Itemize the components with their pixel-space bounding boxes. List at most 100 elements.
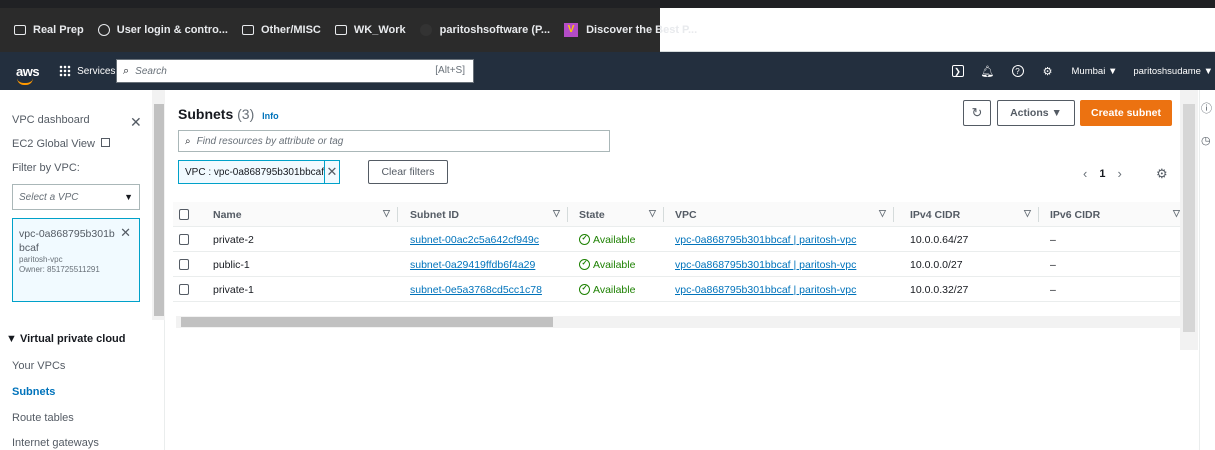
col-vpc[interactable]: VPC (675, 202, 697, 227)
prev-page-icon[interactable]: ‹ (1083, 166, 1087, 181)
caret-down-icon: ▼ (124, 192, 133, 202)
subnet-count: (3) (237, 106, 255, 122)
cell-vpc[interactable]: vpc-0a868795b301bbcaf | paritosh-vpc (675, 252, 856, 277)
aws-logo[interactable]: aws (16, 64, 40, 85)
globe-icon (97, 24, 110, 36)
table-row[interactable]: public-1 subnet-0a29419ffdb6f4a29 ✓ Avail… (173, 252, 1182, 277)
cell-state: ✓ Available (579, 227, 635, 252)
sort-icon[interactable]: ▽ (879, 208, 886, 219)
row-checkbox[interactable] (179, 284, 189, 295)
cell-vpc[interactable]: vpc-0a868795b301bbcaf | paritosh-vpc (675, 277, 856, 302)
cell-subnet-id[interactable]: subnet-0a29419ffdb6f4a29 (410, 252, 535, 277)
grid-icon (59, 65, 72, 77)
clock-icon[interactable]: ◷ (1201, 134, 1211, 147)
actions-button[interactable]: Actions ▼ (997, 100, 1075, 126)
sidebar-scrollbar[interactable] (152, 90, 165, 320)
table-row[interactable]: private-1 subnet-0e5a3768cd5cc1c78 ✓ Avai… (173, 277, 1182, 302)
github-icon (419, 24, 432, 36)
selected-vpc-token: vpc-0a868795b301bbcaf paritosh-vpc Owner… (12, 218, 140, 302)
region-selector[interactable]: Mumbai ▼ (1072, 66, 1118, 77)
column-divider (567, 207, 568, 222)
sidebar-item-subnets[interactable]: Subnets (12, 386, 55, 398)
close-icon[interactable]: ✕ (130, 114, 142, 131)
folder-icon (14, 25, 26, 35)
main-scroll-thumb[interactable] (1183, 104, 1195, 332)
account-menu[interactable]: paritoshsudame ▼ (1133, 66, 1213, 77)
column-divider (893, 207, 894, 222)
cell-subnet-id[interactable]: subnet-0e5a3768cd5cc1c78 (410, 277, 542, 302)
cell-vpc[interactable]: vpc-0a868795b301bbcaf | paritosh-vpc (675, 227, 856, 252)
column-divider (397, 207, 398, 222)
cell-name: private-2 (213, 233, 254, 246)
sort-icon[interactable]: ▽ (1173, 208, 1180, 219)
sidebar-item-route-tables[interactable]: Route tables (12, 412, 74, 424)
col-ipv6-cidr[interactable]: IPv6 CIDR (1050, 202, 1100, 227)
folder-icon (241, 25, 254, 35)
cell-state: ✓ Available (579, 277, 635, 302)
v-logo-icon: V (564, 23, 579, 37)
bookmark-real-prep[interactable]: Real Prep (14, 24, 84, 36)
cloudshell-icon[interactable]: ❯ (951, 65, 964, 77)
main-content: Subnets (3) Info ↻ Actions ▼ Create subn… (165, 90, 1182, 450)
gear-icon[interactable]: ⚙ (1041, 64, 1055, 78)
col-name[interactable]: Name (213, 202, 242, 227)
cell-ipv6: – (1050, 283, 1056, 296)
sidebar-item-vpc-dashboard[interactable]: VPC dashboard (12, 114, 90, 126)
table-horizontal-scrollbar[interactable] (176, 316, 1181, 328)
select-all-checkbox[interactable] (179, 209, 189, 220)
info-panel-icon[interactable]: ⓘ (1201, 100, 1212, 116)
remove-vpc-filter-icon[interactable]: ✕ (120, 225, 131, 241)
remove-filter-icon[interactable]: ✕ (324, 161, 339, 183)
clear-filters-button[interactable]: Clear filters (368, 160, 448, 184)
table-settings-icon[interactable]: ⚙ (1156, 166, 1168, 182)
sort-icon[interactable]: ▽ (553, 208, 560, 219)
bookmarks-bar: Real Prep User login & contro... Other/M… (0, 0, 1215, 52)
sidebar-item-internet-gateways[interactable]: Internet gateways (12, 437, 99, 449)
sort-icon[interactable]: ▽ (383, 208, 390, 219)
table-scroll-thumb[interactable] (181, 317, 553, 327)
bell-icon[interactable]: 🔔︎ (981, 64, 995, 78)
pagination: ‹ 1 › (1083, 166, 1122, 181)
page-number[interactable]: 1 (1099, 168, 1105, 180)
bookmark-other-misc[interactable]: Other/MISC (241, 24, 321, 36)
sort-icon[interactable]: ▽ (649, 208, 656, 219)
page-title: Subnets (3) Info (178, 106, 279, 122)
search-input[interactable]: ⌕ Search [Alt+S] (116, 59, 474, 83)
row-checkbox[interactable] (179, 234, 189, 245)
section-virtual-private-cloud[interactable]: ▼ Virtual private cloud (6, 333, 126, 345)
bookmark-discover[interactable]: V Discover the Best P... (564, 23, 697, 37)
cell-ipv4: 10.0.0.64/27 (910, 233, 969, 246)
refresh-button[interactable]: ↻ (963, 100, 991, 126)
col-state[interactable]: State (579, 202, 605, 227)
sort-icon[interactable]: ▽ (1024, 208, 1031, 219)
column-divider (663, 207, 664, 222)
col-ipv4-cidr[interactable]: IPv4 CIDR (910, 202, 960, 227)
main-vertical-scrollbar[interactable] (1180, 90, 1198, 350)
bookmark-wk-work[interactable]: WK_Work (334, 24, 406, 36)
cell-subnet-id[interactable]: subnet-00ac2c5a642cf949c (410, 227, 539, 252)
help-icon[interactable]: ? (1011, 65, 1024, 77)
create-subnet-button[interactable]: Create subnet (1080, 100, 1172, 126)
table-header: Name ▽ Subnet ID ▽ State ▽ VPC ▽ IPv4 CI… (173, 202, 1182, 227)
folder-icon (334, 25, 347, 35)
table-row[interactable]: private-2 subnet-00ac2c5a642cf949c ✓ Avai… (173, 227, 1182, 252)
bookmark-paritoshsoftware[interactable]: paritoshsoftware (P... (419, 24, 550, 36)
sidebar-item-ec2-global-view[interactable]: EC2 Global View (12, 138, 111, 150)
sidebar-scroll-thumb[interactable] (154, 104, 164, 316)
info-link[interactable]: Info (262, 111, 279, 121)
find-resources-input[interactable]: ⌕ Find resources by attribute or tag (178, 130, 610, 152)
sidebar-item-your-vpcs[interactable]: Your VPCs (12, 360, 65, 372)
refresh-icon: ↻ (971, 105, 983, 120)
vpc-filter-token: VPC : vpc-0a868795b301bbcaf ✕ (178, 160, 340, 184)
cell-ipv4: 10.0.0.32/27 (910, 283, 969, 296)
bookmark-user-login[interactable]: User login & contro... (97, 24, 228, 36)
vpc-filter-select[interactable]: Select a VPC ▼ (12, 184, 140, 210)
col-subnet-id[interactable]: Subnet ID (410, 202, 459, 227)
check-circle-icon: ✓ (579, 284, 590, 295)
services-menu[interactable]: Services (59, 65, 115, 77)
check-circle-icon: ✓ (579, 259, 590, 270)
check-circle-icon: ✓ (579, 234, 590, 245)
row-checkbox[interactable] (179, 259, 189, 270)
next-page-icon[interactable]: › (1117, 166, 1121, 181)
cell-name: private-1 (213, 283, 254, 296)
